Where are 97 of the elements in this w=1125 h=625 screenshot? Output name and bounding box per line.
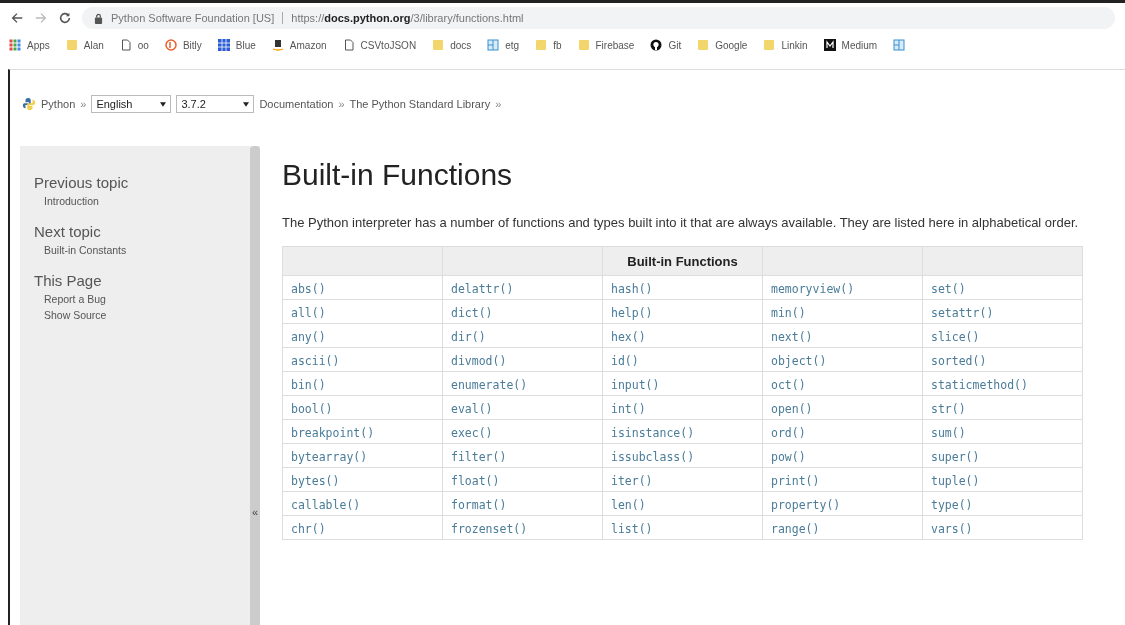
grid-icon	[9, 39, 21, 51]
sidebar-heading: Next topic	[34, 223, 102, 240]
bookmark[interactable]: Alan	[62, 38, 107, 52]
function-link[interactable]: print()	[771, 473, 820, 488]
lock-icon	[94, 12, 103, 24]
function-link[interactable]: min()	[771, 305, 806, 320]
bookmark[interactable]: Linkin	[760, 38, 811, 52]
bookmark[interactable]: Apps	[6, 38, 53, 52]
function-link[interactable]: int()	[611, 401, 646, 416]
sidebar-link[interactable]: Show Source	[34, 309, 250, 321]
function-link[interactable]: super()	[931, 449, 980, 464]
page-title: Built-in Functions	[282, 158, 514, 192]
sidebar-link[interactable]: Report a Bug	[34, 293, 250, 305]
sidebar-heading: This Page	[34, 272, 103, 289]
square-icon	[893, 39, 906, 51]
function-link[interactable]: eval()	[451, 401, 493, 416]
function-link[interactable]: id()	[611, 353, 639, 368]
bookmark[interactable]: Blue	[214, 38, 259, 52]
function-link[interactable]: iter()	[611, 473, 653, 488]
function-link[interactable]: bytes()	[291, 473, 340, 488]
function-link[interactable]: chr()	[291, 521, 326, 536]
function-link[interactable]: set()	[931, 281, 966, 296]
caret-icon	[243, 101, 250, 107]
function-link[interactable]: len()	[611, 497, 646, 512]
function-link[interactable]: exec()	[451, 425, 493, 440]
bookmark[interactable]: fb	[532, 38, 565, 52]
table-header: Built-in Functions	[602, 246, 763, 276]
function-link[interactable]: hex()	[611, 329, 646, 344]
grid-icon	[217, 39, 230, 51]
function-link[interactable]: range()	[771, 521, 820, 536]
site-identity: Python Software Foundation [US]	[111, 12, 275, 24]
bookmark[interactable]: Amazon	[268, 38, 330, 52]
bookmark[interactable]: Medium	[820, 38, 881, 52]
function-link[interactable]: abs()	[291, 281, 326, 296]
bookmark[interactable]: Firebase	[574, 38, 638, 52]
amazon-icon	[271, 39, 284, 51]
folder-icon	[65, 39, 78, 51]
function-link[interactable]: list()	[611, 521, 653, 536]
function-link[interactable]: vars()	[931, 521, 973, 536]
function-link[interactable]: any()	[291, 329, 326, 344]
bookmark[interactable]: Bitly	[161, 38, 205, 52]
url-text: https://docs.python.org/3/library/functions.html	[291, 12, 524, 24]
square-icon	[487, 39, 500, 51]
function-link[interactable]: sum()	[931, 425, 966, 440]
address-bar[interactable]: Python Software Foundation [US] https://docs.python.org/3/library/functions.html	[82, 7, 1115, 29]
page-icon	[342, 39, 355, 51]
breadcrumb-separator: »	[338, 98, 345, 110]
function-link[interactable]: ord()	[771, 425, 806, 440]
bookmark[interactable]: CSVtoJSON	[339, 38, 420, 52]
python-logo-icon	[22, 97, 36, 111]
function-link[interactable]: ascii()	[291, 353, 340, 368]
function-link[interactable]: next()	[771, 329, 813, 344]
breadcrumb-separator: »	[495, 98, 502, 110]
function-link[interactable]: bin()	[291, 377, 326, 392]
function-link[interactable]: type()	[931, 497, 973, 512]
function-link[interactable]: bool()	[291, 401, 333, 416]
function-link[interactable]: hash()	[611, 281, 653, 296]
reload-icon[interactable]	[58, 11, 72, 25]
page-icon	[119, 39, 132, 51]
bookmark[interactable]: docs	[429, 38, 475, 52]
bitly-icon	[164, 39, 177, 51]
language-select[interactable]: English	[91, 95, 172, 113]
caret-icon	[160, 101, 167, 107]
bookmark[interactable]: etg	[484, 38, 523, 52]
function-link[interactable]: open()	[771, 401, 813, 416]
function-link[interactable]: slice()	[931, 329, 980, 344]
github-icon	[650, 39, 663, 51]
bookmark[interactable]: oo	[116, 38, 152, 52]
folder-icon	[535, 39, 548, 51]
function-link[interactable]: oct()	[771, 377, 806, 392]
folder-icon	[432, 39, 445, 51]
intro-paragraph: The Python interpreter has a number of functions and types built into it that are always available. They are listed here in alphabetical order.	[282, 214, 1080, 232]
bookmark[interactable]: Git	[647, 38, 685, 52]
medium-icon	[823, 39, 836, 51]
function-link[interactable]: tuple()	[931, 473, 980, 488]
sidebar-link[interactable]: Introduction	[34, 195, 250, 207]
breadcrumb-link[interactable]: Python	[41, 98, 76, 110]
function-link[interactable]: dir()	[451, 329, 486, 344]
function-link[interactable]: help()	[611, 305, 653, 320]
bookmark[interactable]: Google	[694, 38, 751, 52]
function-link[interactable]: pow()	[771, 449, 806, 464]
function-link[interactable]: input()	[611, 377, 660, 392]
folder-icon	[763, 39, 776, 51]
function-link[interactable]: all()	[291, 305, 326, 320]
function-link[interactable]: str()	[931, 401, 966, 416]
sidebar-heading: Previous topic	[34, 174, 130, 191]
breadcrumb-link[interactable]: The Python Standard Library	[349, 98, 491, 110]
breadcrumb-link[interactable]: Documentation	[259, 98, 334, 110]
folder-icon	[577, 39, 590, 51]
back-icon[interactable]	[10, 11, 24, 25]
function-link[interactable]: float()	[451, 473, 500, 488]
version-select[interactable]: 3.7.2	[176, 95, 255, 113]
folder-icon	[697, 39, 710, 51]
function-link[interactable]: dict()	[451, 305, 493, 320]
breadcrumb-separator: »	[80, 98, 87, 110]
collapse-sidebar-button[interactable]: «	[250, 146, 260, 625]
sidebar-link[interactable]: Built-in Constants	[34, 244, 250, 256]
